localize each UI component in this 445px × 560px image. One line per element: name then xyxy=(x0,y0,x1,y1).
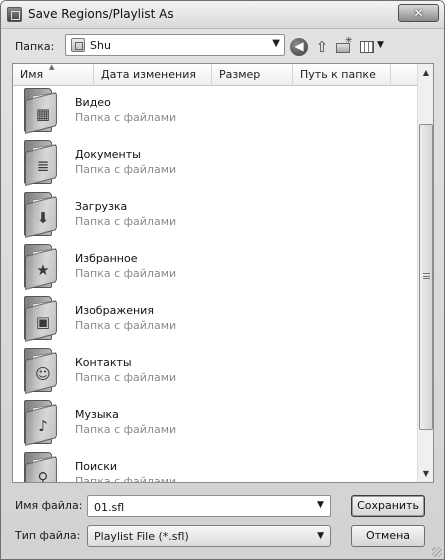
pictures-folder-icon: ▣ xyxy=(22,296,60,344)
scrollbar-thumb[interactable] xyxy=(419,124,433,430)
searches-folder-icon: ⚲ xyxy=(22,452,60,482)
chevron-down-icon: ▼ xyxy=(317,531,324,541)
list-item[interactable]: ⚲ Поиски Папка с файлами xyxy=(13,451,417,483)
close-icon: ✕ xyxy=(413,6,424,20)
up-folder-icon: ⇧ xyxy=(315,38,329,56)
filename-input[interactable] xyxy=(87,495,331,517)
downloads-folder-icon: ⬇ xyxy=(22,192,60,240)
location-label: Папка: xyxy=(15,40,55,53)
column-header-name[interactable]: ▲ Имя xyxy=(13,64,94,86)
location-bar: Папка: Shu ▼ ◀ ⇧ ✳ ▼ xyxy=(1,30,444,62)
sort-arrow-icon: ▲ xyxy=(49,63,55,71)
up-folder-button[interactable]: ⇧ xyxy=(313,38,331,56)
list-item[interactable]: ▦ Видео Папка с файлами xyxy=(13,87,417,139)
location-combobox[interactable]: Shu ▼ xyxy=(65,34,285,56)
music-folder-icon: ♪ xyxy=(22,400,60,448)
save-button[interactable]: Сохранить xyxy=(351,495,425,517)
item-name: Документы xyxy=(75,148,141,161)
item-name: Загрузка xyxy=(75,200,128,213)
title-bar[interactable]: Save Regions/Playlist As ✕ xyxy=(1,1,444,29)
resize-grip-icon[interactable] xyxy=(432,547,442,557)
scroll-down-arrow-icon[interactable]: ▼ xyxy=(418,465,433,482)
list-header: ▲ Имя Дата изменения Размер Путь к папке xyxy=(13,64,417,86)
chevron-down-icon: ▼ xyxy=(377,40,384,50)
documents-folder-icon: ≣ xyxy=(22,140,60,188)
filename-label: Имя файла: xyxy=(15,499,83,512)
favorites-folder-icon: ★ xyxy=(22,244,60,292)
item-type: Папка с файлами xyxy=(75,111,177,124)
views-menu-icon xyxy=(360,41,374,53)
location-value: Shu xyxy=(90,39,111,52)
item-type: Папка с файлами xyxy=(75,475,177,483)
filetype-value: Playlist File (*.sfl) xyxy=(94,530,189,543)
filetype-select[interactable]: Playlist File (*.sfl) ▼ xyxy=(87,525,331,547)
item-name: Избранное xyxy=(75,252,138,265)
chevron-down-icon[interactable]: ▼ xyxy=(317,500,324,510)
item-type: Папка с файлами xyxy=(75,267,177,280)
item-type: Папка с файлами xyxy=(75,371,177,384)
app-icon xyxy=(7,7,22,22)
item-name: Музыка xyxy=(75,408,119,421)
column-header-path[interactable]: Путь к папке xyxy=(293,64,391,86)
video-folder-icon: ▦ xyxy=(22,88,60,136)
item-name: Поиски xyxy=(75,460,117,473)
chevron-down-icon: ▼ xyxy=(272,38,280,49)
list-item[interactable]: ▣ Изображения Папка с файлами xyxy=(13,295,417,347)
column-header-date[interactable]: Дата изменения xyxy=(94,64,212,86)
filetype-label: Тип файла: xyxy=(15,529,81,542)
list-item[interactable]: ♪ Музыка Папка с файлами xyxy=(13,399,417,451)
vertical-scrollbar[interactable]: ▲ ▼ xyxy=(417,64,433,482)
item-type: Папка с файлами xyxy=(75,163,177,176)
save-dialog: Save Regions/Playlist As ✕ Папка: Shu ▼ … xyxy=(0,0,445,560)
item-name: Изображения xyxy=(75,304,154,317)
list-item[interactable]: ≣ Документы Папка с файлами xyxy=(13,139,417,191)
list-item[interactable]: ☺ Контакты Папка с файлами xyxy=(13,347,417,399)
list-item[interactable]: ★ Избранное Папка с файлами xyxy=(13,243,417,295)
list-item[interactable]: ⬇ Загрузка Папка с файлами xyxy=(13,191,417,243)
back-button[interactable]: ◀ xyxy=(290,38,308,56)
close-button[interactable]: ✕ xyxy=(398,4,439,22)
new-folder-button[interactable]: ✳ xyxy=(335,36,353,56)
column-header-size[interactable]: Размер xyxy=(212,64,293,86)
views-button[interactable]: ▼ xyxy=(360,38,388,56)
item-type: Папка с файлами xyxy=(75,215,177,228)
file-list[interactable]: ▲ Имя Дата изменения Размер Путь к папке… xyxy=(12,63,434,483)
item-type: Папка с файлами xyxy=(75,423,177,436)
scroll-up-arrow-icon[interactable]: ▲ xyxy=(418,64,433,81)
back-arrow-icon: ◀ xyxy=(294,39,304,53)
item-name: Контакты xyxy=(75,356,132,369)
grip-icon xyxy=(423,273,430,279)
item-name: Видео xyxy=(75,96,111,109)
folder-icon xyxy=(71,38,85,52)
item-type: Папка с файлами xyxy=(75,319,177,332)
window-title: Save Regions/Playlist As xyxy=(28,7,174,21)
cancel-button[interactable]: Отмена xyxy=(351,525,425,547)
contacts-folder-icon: ☺ xyxy=(22,348,60,396)
sparkle-icon: ✳ xyxy=(345,36,353,46)
